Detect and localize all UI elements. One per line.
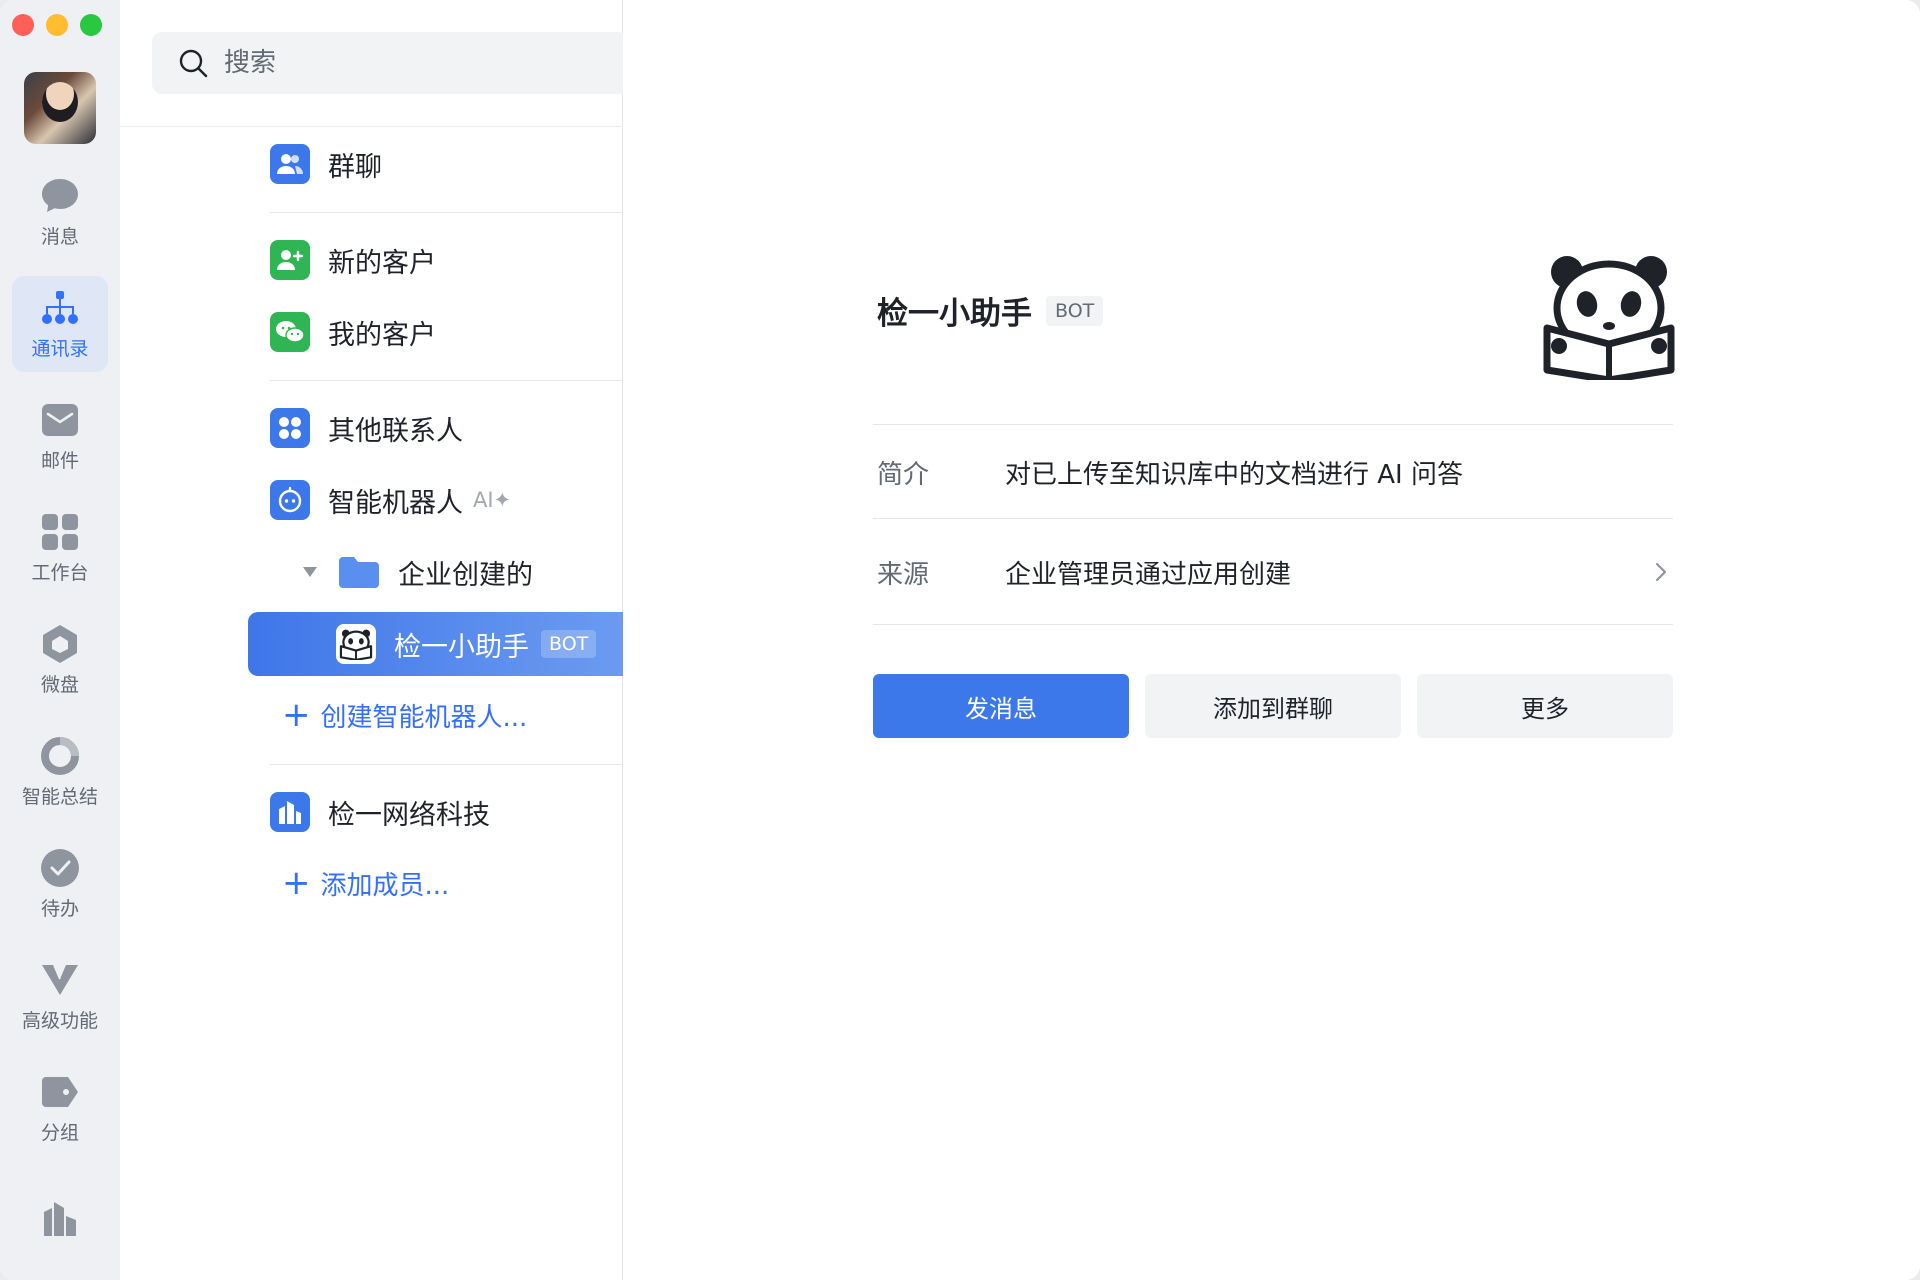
todo-icon — [40, 848, 80, 888]
add-to-group-button[interactable]: 添加到群聊 — [1145, 674, 1401, 738]
list-item-new-customers[interactable]: 新的客户 — [270, 232, 436, 288]
detail-divider — [873, 424, 1673, 425]
nav-label: 待办 — [40, 897, 79, 920]
nav-item-drive[interactable]: 微盘 — [12, 612, 108, 708]
source-label: 来源 — [877, 559, 930, 590]
intro-value: 对已上传至知识库中的文档进行 AI 问答 — [1005, 459, 1463, 490]
panda-avatar-icon — [336, 624, 376, 664]
nav-item-advanced[interactable]: 高级功能 — [12, 948, 108, 1044]
list-item-label: 其他联系人 — [328, 415, 463, 447]
nav-item-todo[interactable]: 待办 — [12, 836, 108, 932]
workbench-icon — [40, 512, 80, 552]
nav-label: 分组 — [40, 1121, 79, 1144]
more-button[interactable]: 更多 — [1417, 674, 1673, 738]
drive-icon — [40, 624, 80, 664]
nav-label: 消息 — [40, 225, 79, 248]
nav-rail: 消息 通讯录 邮件 工作台 微盘 智能总结 待办 高级功能 分组 — [0, 0, 120, 1280]
intro-label: 简介 — [877, 459, 930, 490]
list-item-my-customers[interactable]: 我的客户 — [270, 304, 436, 360]
list-item-label: 群聊 — [328, 151, 382, 183]
ai-badge: AI✦ — [473, 488, 512, 512]
nav-item-mail[interactable]: 邮件 — [12, 388, 108, 484]
summary-icon — [40, 736, 80, 776]
create-robot-label: 创建智能机器人... — [320, 702, 528, 733]
bot-badge: BOT — [541, 630, 597, 658]
bot-badge: BOT — [1046, 295, 1104, 326]
zoom-window-button[interactable] — [80, 14, 102, 36]
search-icon — [179, 49, 208, 78]
panda-reading-avatar[interactable] — [1539, 250, 1679, 380]
message-icon — [40, 176, 80, 216]
list-item-label: 企业创建的 — [398, 559, 533, 591]
plus-icon: + — [282, 863, 311, 903]
source-row[interactable]: 来源 企业管理员通过应用创建 — [877, 552, 1673, 592]
add-member-label: 添加成员... — [320, 870, 450, 901]
tag-icon — [40, 1072, 80, 1112]
list-item-label: 检一小助手 — [394, 631, 529, 663]
list-item-group-chat[interactable]: 群聊 — [270, 136, 382, 192]
add-customer-icon — [270, 240, 310, 280]
chevron-right-icon — [1655, 562, 1667, 582]
minimize-window-button[interactable] — [46, 14, 68, 36]
nav-label: 工作台 — [31, 561, 89, 584]
list-item-label: 智能机器人 — [328, 487, 463, 519]
nav-item-contacts[interactable]: 通讯录 — [12, 276, 108, 372]
advanced-icon — [40, 960, 80, 1000]
detail-divider — [873, 518, 1673, 519]
wechat-icon — [270, 312, 310, 352]
folder-icon — [338, 552, 380, 592]
list-item-label: 我的客户 — [328, 319, 436, 351]
source-value: 企业管理员通过应用创建 — [1005, 559, 1292, 590]
robot-icon — [270, 480, 310, 520]
nav-label: 智能总结 — [21, 785, 98, 808]
intro-row: 简介 对已上传至知识库中的文档进行 AI 问答 — [877, 452, 1673, 492]
list-item-other-contacts[interactable]: 其他联系人 — [270, 400, 463, 456]
list-item-label: 新的客户 — [328, 247, 436, 279]
search-input[interactable] — [222, 47, 606, 79]
other-contacts-icon — [270, 408, 310, 448]
list-item-label: 检一网络科技 — [328, 799, 490, 831]
close-window-button[interactable] — [12, 14, 34, 36]
company-icon — [270, 792, 310, 832]
detail-panel: 检一小助手 BOT 简介 对已上传至知识库中的文档进行 AI 问答 来源 企业管… — [623, 0, 1920, 1280]
profile-name: 检一小助手 — [877, 296, 1032, 332]
window-controls — [12, 14, 102, 36]
contacts-panel: 群聊 新的客户 我的客户 其他联系人 — [120, 0, 742, 1280]
create-robot-link[interactable]: + 创建智能机器人... — [282, 690, 527, 740]
profile-header: 检一小助手 BOT — [877, 288, 1104, 333]
list-item-smart-robots[interactable]: 智能机器人 AI✦ — [270, 472, 511, 528]
user-avatar[interactable] — [24, 72, 96, 144]
nav-item-summary[interactable]: 智能总结 — [12, 724, 108, 820]
nav-item-groups[interactable]: 分组 — [12, 1060, 108, 1156]
send-message-button[interactable]: 发消息 — [873, 674, 1129, 738]
app-window: 消息 通讯录 邮件 工作台 微盘 智能总结 待办 高级功能 分组 搜索 群聊 新… — [0, 0, 1920, 1280]
mail-icon — [40, 400, 80, 440]
contacts-icon — [40, 288, 80, 328]
nav-item-messages[interactable]: 消息 — [12, 164, 108, 260]
nav-list: 消息 通讯录 邮件 工作台 微盘 智能总结 待办 高级功能 分组 — [12, 164, 108, 1172]
add-member-link[interactable]: + 添加成员... — [282, 858, 449, 908]
nav-label: 通讯录 — [31, 337, 89, 360]
group-chat-icon — [270, 144, 310, 184]
detail-divider — [873, 624, 1673, 625]
nav-label: 高级功能 — [21, 1009, 98, 1032]
list-item-company[interactable]: 检一网络科技 — [270, 784, 490, 840]
nav-label: 邮件 — [40, 449, 79, 472]
action-buttons: 发消息 添加到群聊 更多 — [873, 674, 1673, 738]
nav-item-workbench[interactable]: 工作台 — [12, 500, 108, 596]
selected-bot-content: 检一小助手 BOT — [336, 616, 597, 672]
company-icon[interactable] — [40, 1198, 80, 1238]
plus-icon: + — [282, 695, 311, 735]
search-box[interactable] — [152, 32, 628, 94]
folder-enterprise-created[interactable]: 企业创建的 — [302, 544, 533, 600]
caret-down-icon — [303, 567, 317, 577]
nav-label: 微盘 — [40, 673, 79, 696]
